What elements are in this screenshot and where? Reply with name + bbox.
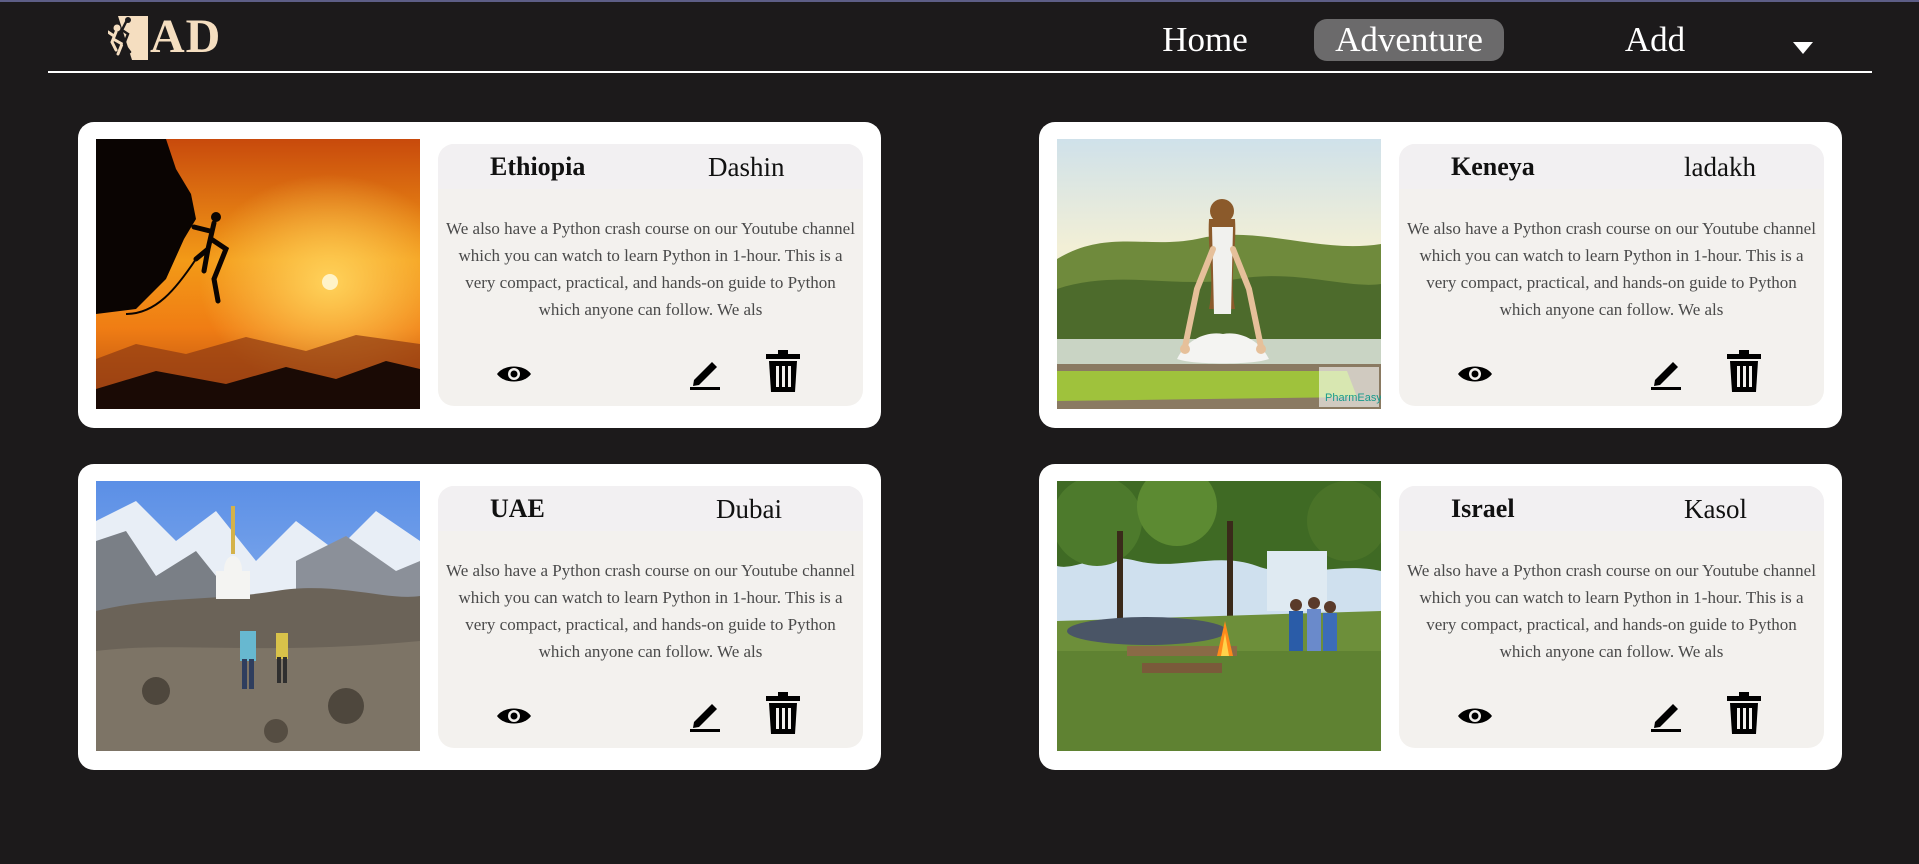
card-country: Israel	[1451, 494, 1515, 523]
card-header: Keneya ladakh	[1399, 144, 1824, 189]
eye-icon[interactable]	[1457, 704, 1493, 728]
pencil-icon[interactable]	[1649, 698, 1683, 732]
card-country: Keneya	[1451, 152, 1535, 181]
eye-icon[interactable]	[1457, 362, 1493, 386]
pencil-icon[interactable]	[1649, 356, 1683, 390]
card-header: Ethiopia Dashin	[438, 144, 863, 189]
climber-logo-icon	[108, 16, 148, 60]
card-image: PharmEasy	[1057, 139, 1381, 409]
adventure-card: Ethiopia Dashin We also have a Python cr…	[78, 122, 881, 428]
pencil-icon[interactable]	[688, 356, 722, 390]
card-description: We also have a Python crash course on ou…	[1407, 561, 1816, 661]
card-place: ladakh	[1684, 152, 1756, 182]
card-header: UAE Dubai	[438, 486, 863, 531]
nav-home[interactable]: Home	[1140, 19, 1270, 61]
logo-text: AD	[150, 10, 222, 63]
card-content: Keneya ladakh We also have a Python cras…	[1399, 144, 1824, 406]
navbar: AD Home Adventure Add	[48, 2, 1872, 73]
trash-icon[interactable]	[766, 350, 800, 392]
card-description: We also have a Python crash course on ou…	[446, 219, 855, 319]
pencil-icon[interactable]	[688, 698, 722, 732]
card-header: Israel Kasol	[1399, 486, 1824, 531]
card-description: We also have a Python crash course on ou…	[1407, 219, 1816, 319]
card-content: Israel Kasol We also have a Python crash…	[1399, 486, 1824, 748]
trash-icon[interactable]	[766, 692, 800, 734]
card-content: UAE Dubai We also have a Python crash co…	[438, 486, 863, 748]
eye-icon[interactable]	[496, 704, 532, 728]
card-image	[96, 139, 420, 409]
card-image	[1057, 481, 1381, 751]
trash-icon[interactable]	[1727, 692, 1761, 734]
card-place: Kasol	[1684, 494, 1747, 524]
logo[interactable]: AD	[108, 10, 222, 63]
nav-add[interactable]: Add	[1610, 19, 1700, 61]
card-image	[96, 481, 420, 751]
nav-adventure[interactable]: Adventure	[1314, 19, 1504, 61]
trash-icon[interactable]	[1727, 350, 1761, 392]
card-country: UAE	[490, 494, 545, 523]
eye-icon[interactable]	[496, 362, 532, 386]
card-country: Ethiopia	[490, 152, 586, 181]
adventure-card: PharmEasy Keneya ladakh We also have a P…	[1039, 122, 1842, 428]
adventure-card: UAE Dubai We also have a Python crash co…	[78, 464, 881, 770]
card-content: Ethiopia Dashin We also have a Python cr…	[438, 144, 863, 406]
card-image-caption: PharmEasy	[1325, 392, 1381, 404]
adventure-card: Israel Kasol We also have a Python crash…	[1039, 464, 1842, 770]
card-place: Dubai	[716, 494, 782, 524]
card-description: We also have a Python crash course on ou…	[446, 561, 855, 661]
caret-down-icon[interactable]	[1791, 40, 1815, 56]
card-place: Dashin	[708, 152, 785, 182]
